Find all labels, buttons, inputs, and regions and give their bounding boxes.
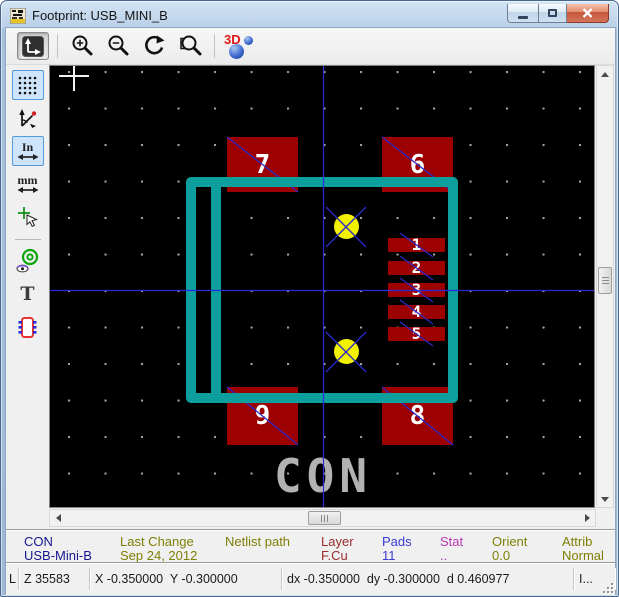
field-value: 11 — [382, 548, 396, 563]
field-value: .. — [440, 548, 447, 563]
grid-toggle-button[interactable] — [12, 70, 44, 100]
zoom-out-button[interactable] — [102, 32, 134, 60]
right-arrow-icon — [585, 514, 594, 522]
units-inches-button[interactable]: In — [12, 136, 44, 166]
field-value: Sep 24, 2012 — [120, 548, 197, 563]
up-arrow-icon — [601, 68, 609, 77]
status-cell-position: X -0.350000 Y -0.300000 — [90, 568, 282, 590]
polar-coords-icon — [17, 107, 39, 129]
down-arrow-icon — [601, 497, 609, 506]
status-cell-zoom: Z 35583 — [19, 568, 90, 590]
field-label: Stat — [440, 534, 463, 549]
field-label: CON — [24, 534, 53, 549]
zoom-fit-button[interactable] — [174, 32, 206, 60]
horizontal-scroll-thumb[interactable] — [308, 511, 341, 525]
axes-layer — [50, 66, 594, 507]
left-arrow-icon — [52, 514, 61, 522]
status-cell-delta: dx -0.350000 dy -0.300000 d 0.460977 — [282, 568, 574, 590]
field-label: Attrib — [562, 534, 592, 549]
cursor-crosshair — [59, 66, 89, 91]
vertical-scrollbar[interactable] — [596, 65, 614, 508]
mm-label: mm — [18, 175, 38, 186]
polar-coords-button[interactable] — [12, 103, 44, 133]
field-label: Pads — [382, 534, 412, 549]
zoom-out-icon — [106, 34, 130, 58]
footprint-sketch-button[interactable] — [12, 312, 44, 342]
left-toolbar: In mm — [6, 65, 49, 529]
maximize-icon — [548, 9, 557, 17]
scroll-right-button[interactable] — [579, 510, 595, 526]
field-value: F.Cu — [321, 548, 348, 563]
redraw-button[interactable] — [138, 32, 170, 60]
horizontal-scrollbar[interactable] — [49, 509, 596, 527]
window-title: Footprint: USB_MINI_B — [32, 8, 168, 23]
double-arrow-icon — [17, 153, 39, 161]
footprint-info-bar: CON USB-Mini-B Last Change Sep 24, 2012 … — [6, 529, 615, 562]
zoom-in-icon — [70, 34, 94, 58]
footprint-viewer-window: Footprint: USB_MINI_B — [0, 0, 619, 597]
canvas-frame: 7 6 9 8 1 2 3 4 5 — [49, 65, 595, 508]
sphere-icon — [244, 36, 253, 45]
pad-eye-icon — [15, 248, 41, 274]
field-label: Orient — [492, 534, 527, 549]
inches-label: In — [22, 142, 33, 153]
scroll-up-button[interactable] — [597, 66, 613, 82]
scroll-left-button[interactable] — [50, 510, 66, 526]
grid-icon — [17, 75, 38, 96]
show-axes-button[interactable] — [17, 32, 49, 60]
zoom-in-button[interactable] — [66, 32, 98, 60]
top-toolbar: 3D — [6, 28, 615, 65]
status-bar: L Z 35583 X -0.350000 Y -0.300000 dx -0.… — [6, 562, 615, 595]
minimize-icon — [518, 16, 528, 19]
threed-label: 3D — [224, 32, 241, 47]
field-label: Netlist path — [225, 534, 290, 549]
close-icon — [582, 8, 593, 18]
client-area: 3D — [5, 27, 616, 594]
view-3d-button[interactable]: 3D — [223, 32, 257, 60]
vertical-scroll-thumb[interactable] — [598, 267, 612, 294]
footprint-outline-icon — [16, 315, 39, 340]
toolbar-separator — [214, 34, 215, 58]
titlebar: Footprint: USB_MINI_B — [5, 4, 614, 27]
app-icon — [10, 8, 26, 24]
maximize-button[interactable] — [538, 4, 567, 23]
field-value: USB-Mini-B — [24, 548, 92, 563]
axes-origin-icon — [22, 36, 44, 57]
toolbar-separator — [57, 34, 58, 58]
close-button[interactable] — [567, 4, 609, 23]
drawing-canvas[interactable]: 7 6 9 8 1 2 3 4 5 — [50, 66, 594, 507]
text-icon: T — [20, 285, 34, 304]
pad-display-button[interactable] — [12, 246, 44, 276]
resize-grip[interactable] — [602, 582, 614, 594]
units-mm-button[interactable]: mm — [12, 169, 44, 199]
toolbar-separator — [15, 239, 41, 240]
field-label: Last Change — [120, 534, 194, 549]
double-arrow-icon — [17, 186, 39, 194]
minimize-button[interactable] — [507, 4, 538, 23]
cursor-shape-button[interactable] — [12, 202, 44, 232]
field-value: Normal — [562, 548, 604, 563]
redraw-icon — [142, 34, 166, 58]
status-cell-mode: L — [6, 568, 19, 590]
field-label: Layer — [321, 534, 354, 549]
zoom-fit-icon — [178, 34, 202, 58]
scroll-down-button[interactable] — [597, 491, 613, 507]
cursor-crosshair-icon — [17, 206, 39, 228]
field-value: 0.0 — [492, 548, 510, 563]
text-display-button[interactable]: T — [12, 279, 44, 309]
